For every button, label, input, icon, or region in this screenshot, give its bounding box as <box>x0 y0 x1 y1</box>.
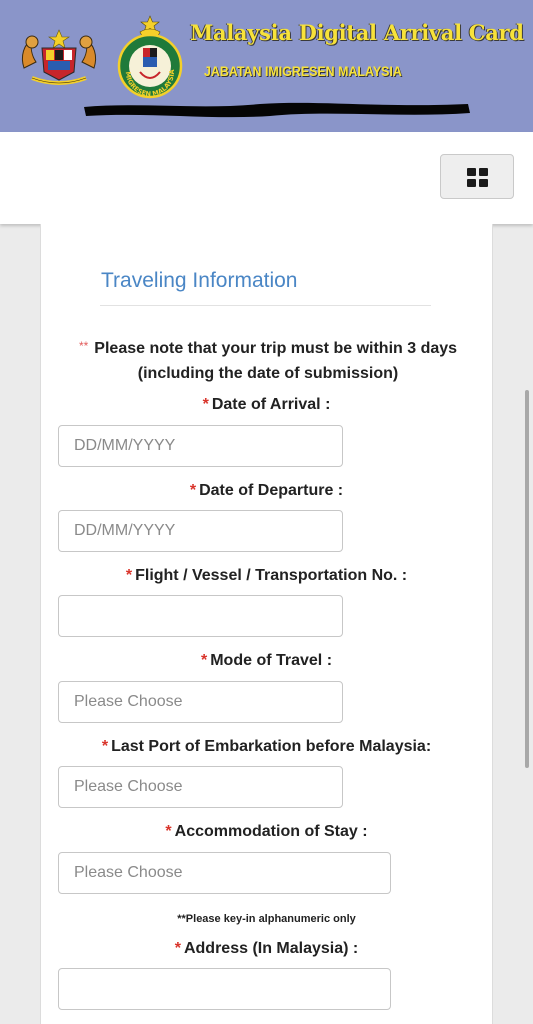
section-title: Traveling Information <box>101 269 298 292</box>
transport-number-input[interactable] <box>58 595 343 637</box>
departure-date-label: * Date of Departure : <box>189 482 344 499</box>
malaysia-coat-of-arms-icon <box>21 29 97 85</box>
mode-of-travel-select[interactable] <box>58 681 343 723</box>
required-marker: * <box>101 738 109 755</box>
grid-menu-icon <box>467 168 488 187</box>
address-hint: **Please key-in alphanumeric only <box>177 913 356 925</box>
last-port-label: * Last Port of Embarkation before Malaysi… <box>101 738 432 755</box>
arrival-date-input[interactable] <box>58 425 343 467</box>
redaction-scribble <box>84 102 470 118</box>
required-marker: * <box>200 652 208 669</box>
arrival-date-label: * Date of Arrival : <box>202 396 331 413</box>
transport-number-label: * Flight / Vessel / Transportation No. : <box>125 567 408 584</box>
app-subtitle: JABATAN IMIGRESEN MALAYSIA <box>204 64 402 79</box>
scrollbar[interactable] <box>525 390 529 768</box>
address-input[interactable] <box>58 968 391 1010</box>
section-divider <box>100 305 431 306</box>
top-navbar <box>0 132 533 224</box>
required-marker: * <box>202 396 209 413</box>
menu-button[interactable] <box>440 154 514 199</box>
note-text: Please note that your trip must be withi… <box>94 340 458 382</box>
accommodation-label: * Accommodation of Stay : <box>165 823 368 840</box>
accommodation-select[interactable] <box>58 852 391 894</box>
departure-date-input[interactable] <box>58 510 343 552</box>
last-port-select[interactable] <box>58 766 343 808</box>
required-marker: * <box>125 567 133 584</box>
imigresen-malaysia-seal-icon: IMIGRESEN MALAYSIA <box>116 14 183 99</box>
trip-duration-note: ** Please note that your trip must be wit… <box>58 334 478 386</box>
app-title: Malaysia Digital Arrival Card <box>190 20 524 45</box>
required-marker: * <box>174 940 181 957</box>
site-header: IMIGRESEN MALAYSIA Malaysia Digital Arri… <box>0 0 533 132</box>
address-label: * Address (In Malaysia) : <box>174 940 359 957</box>
required-marker: * <box>189 482 197 499</box>
note-marker: ** <box>78 339 89 353</box>
required-marker: * <box>165 823 172 840</box>
mode-of-travel-label: * Mode of Travel : <box>200 652 333 669</box>
